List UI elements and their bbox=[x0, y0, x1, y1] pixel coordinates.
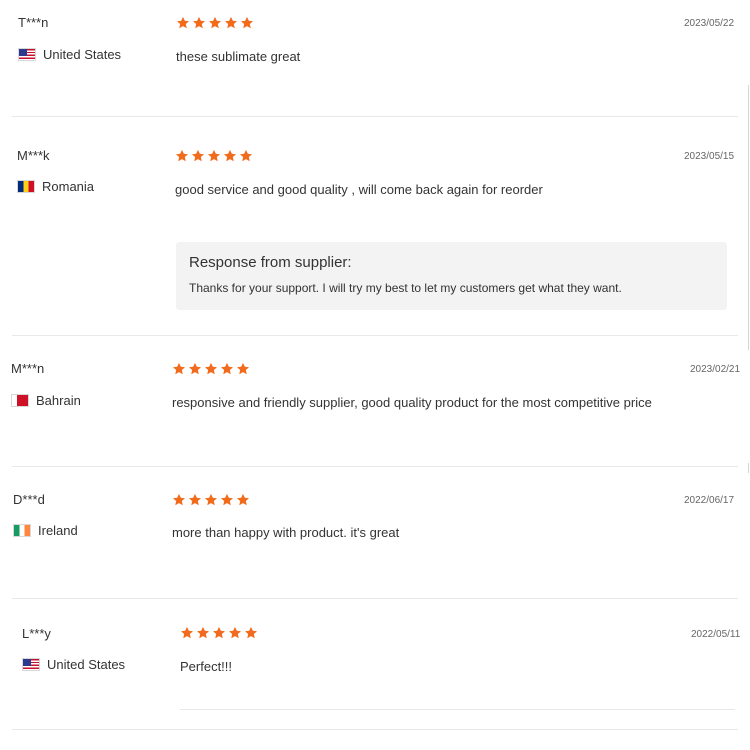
reviewer-country: United States bbox=[22, 657, 125, 672]
reviewer-name: D***d bbox=[13, 492, 45, 507]
star-icon bbox=[223, 149, 237, 163]
review-divider bbox=[180, 709, 735, 710]
review-comment: responsive and friendly supplier, good q… bbox=[172, 395, 652, 410]
reviewer-name: L***y bbox=[22, 626, 51, 641]
reviewer-name: T***n bbox=[18, 15, 49, 30]
country-label: Romania bbox=[42, 179, 95, 194]
star-rating bbox=[172, 362, 250, 376]
reviewer-name: M***k bbox=[17, 148, 50, 163]
star-icon bbox=[204, 362, 218, 376]
star-rating bbox=[175, 149, 253, 163]
us-flag-icon bbox=[22, 658, 40, 671]
review-divider bbox=[12, 335, 738, 336]
romania-flag-icon bbox=[17, 180, 35, 193]
review-date: 2022/06/17 bbox=[684, 495, 735, 506]
star-icon bbox=[175, 149, 189, 163]
star-icon bbox=[188, 362, 202, 376]
star-icon bbox=[236, 493, 250, 507]
review-comment: these sublimate great bbox=[176, 49, 301, 64]
us-flag-icon bbox=[18, 48, 36, 61]
star-icon bbox=[172, 362, 186, 376]
star-icon bbox=[228, 626, 242, 640]
star-icon bbox=[180, 626, 194, 640]
review-comment: good service and good quality , will com… bbox=[175, 182, 543, 197]
country-label: United States bbox=[43, 47, 122, 62]
star-icon bbox=[207, 149, 221, 163]
reviewer-country: Romania bbox=[17, 179, 94, 194]
star-rating bbox=[180, 626, 258, 640]
country-label: United States bbox=[47, 657, 126, 672]
star-icon bbox=[172, 493, 186, 507]
star-icon bbox=[220, 493, 234, 507]
star-icon bbox=[208, 16, 222, 30]
reviews-page: T***n United States 2023/05/22 these sub… bbox=[0, 0, 750, 750]
ireland-flag-icon bbox=[13, 524, 31, 537]
star-rating bbox=[172, 493, 250, 507]
review-date: 2023/05/15 bbox=[684, 151, 735, 162]
review-comment: more than happy with product. it's great bbox=[172, 525, 400, 540]
star-icon bbox=[212, 626, 226, 640]
star-icon bbox=[220, 362, 234, 376]
scrollbar-track[interactable] bbox=[748, 463, 749, 473]
review-date: 2023/05/22 bbox=[684, 18, 735, 29]
review-divider bbox=[12, 116, 738, 117]
star-icon bbox=[192, 16, 206, 30]
bahrain-flag-icon bbox=[11, 394, 29, 407]
review-comment: Perfect!!! bbox=[180, 659, 233, 674]
review-date: 2022/05/11 bbox=[691, 629, 741, 640]
reviewer-name: M***n bbox=[11, 361, 45, 376]
review-divider bbox=[12, 598, 738, 599]
scrollbar-track[interactable] bbox=[748, 85, 749, 350]
star-icon bbox=[244, 626, 258, 640]
reviewer-country: Ireland bbox=[13, 523, 78, 538]
response-text: Thanks for your support. I will try my b… bbox=[189, 281, 622, 295]
star-icon bbox=[188, 493, 202, 507]
country-label: Bahrain bbox=[36, 393, 81, 408]
star-icon bbox=[236, 362, 250, 376]
star-icon bbox=[224, 16, 238, 30]
star-icon bbox=[204, 493, 218, 507]
reviewer-country: United States bbox=[18, 47, 121, 62]
review-divider bbox=[12, 466, 738, 467]
star-rating bbox=[176, 16, 254, 30]
reviewer-country: Bahrain bbox=[11, 393, 81, 408]
star-icon bbox=[176, 16, 190, 30]
country-label: Ireland bbox=[38, 523, 78, 538]
star-icon bbox=[239, 149, 253, 163]
star-icon bbox=[191, 149, 205, 163]
supplier-response: Response from supplier: Thanks for your … bbox=[176, 242, 727, 310]
star-icon bbox=[240, 16, 254, 30]
star-icon bbox=[196, 626, 210, 640]
response-title: Response from supplier: bbox=[189, 254, 352, 271]
review-date: 2023/02/21 bbox=[690, 364, 741, 375]
review-divider bbox=[12, 729, 738, 730]
